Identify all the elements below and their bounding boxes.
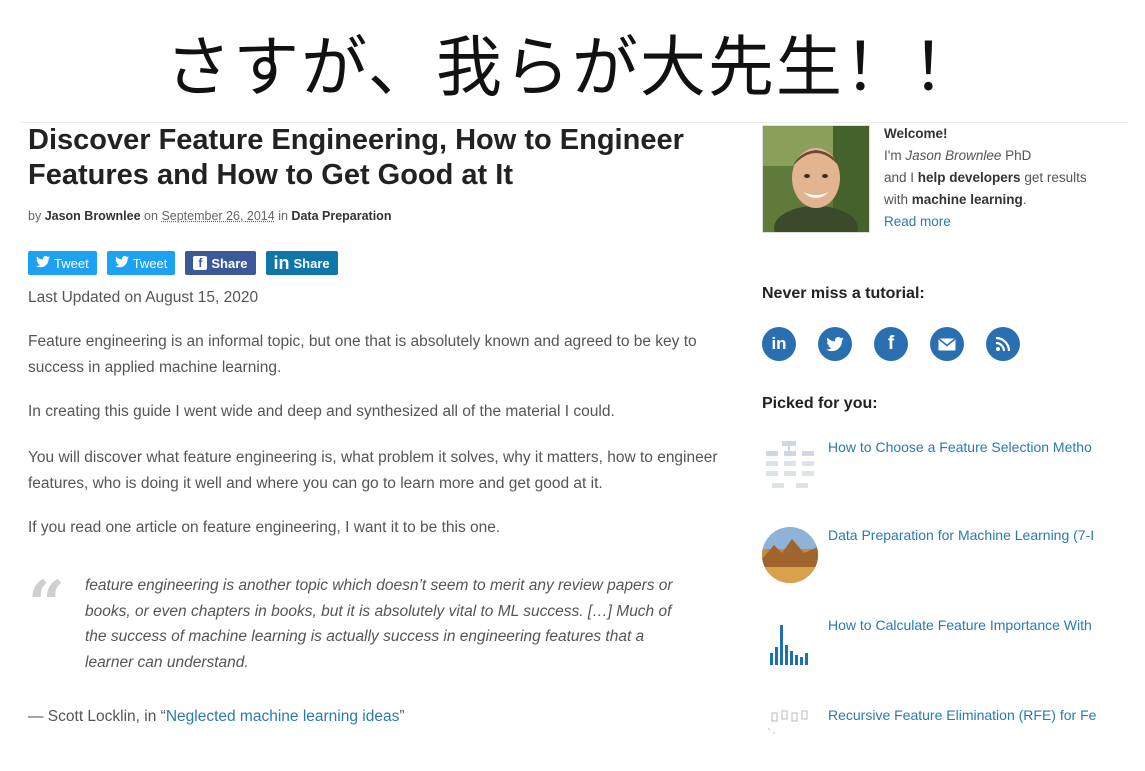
- quote-icon: “: [28, 567, 65, 642]
- caption-text: さすが、我らが大先生！！: [165, 29, 980, 106]
- article-paragraph: If you read one article on feature engin…: [28, 519, 501, 536]
- tweet-button[interactable]: Tweet: [28, 251, 97, 275]
- linkedin-icon[interactable]: in: [762, 327, 796, 361]
- welcome-bold: machine learning: [911, 192, 1023, 207]
- caption-banner: さすが、我らが大先生！！: [0, 0, 1145, 118]
- barchart-thumb: [762, 617, 818, 673]
- facebook-share-label: Share: [211, 255, 248, 271]
- welcome-text: I'm: [884, 148, 906, 163]
- category-link[interactable]: Data Preparation: [291, 209, 391, 223]
- social-links: in f: [762, 327, 1020, 361]
- picked-item[interactable]: How to Calculate Feature Importance With: [762, 617, 1128, 681]
- article-paragraph: In creating this guide I went wide and d…: [28, 403, 615, 420]
- welcome-heading: Welcome!: [884, 126, 948, 141]
- article-title: Discover Feature Engineering, How to Eng…: [28, 124, 684, 191]
- picked-item-link[interactable]: How to Choose a Feature Selection Metho: [828, 439, 1108, 455]
- linkedin-icon: in: [273, 252, 290, 273]
- tweet-button[interactable]: Tweet: [106, 251, 176, 275]
- byline-on: on: [144, 209, 158, 223]
- picked-item[interactable]: How to Choose a Feature Selection Metho: [762, 439, 1128, 503]
- facebook-share-button[interactable]: f Share: [185, 251, 256, 275]
- picked-item-link[interactable]: Data Preparation for Machine Learning (7…: [828, 527, 1108, 543]
- quote-citation: — Scott Locklin, in “Neglected machine l…: [28, 708, 405, 726]
- linkedin-share-button[interactable]: in Share: [265, 251, 338, 275]
- twitter-bird-icon: [36, 255, 50, 271]
- never-miss-heading: Never miss a tutorial:: [762, 285, 925, 302]
- sidebar-fade: [762, 721, 1128, 748]
- article-paragraph: You will discover what feature engineeri…: [28, 449, 718, 492]
- picked-item[interactable]: Data Preparation for Machine Learning (7…: [762, 527, 1128, 591]
- read-more-link[interactable]: Read more: [884, 214, 951, 229]
- linkedin-share-label: Share: [293, 255, 330, 271]
- diagram-thumb: [762, 439, 818, 495]
- share-buttons: Tweet Tweet f Share in Share: [28, 251, 338, 275]
- article-byline: by Jason Brownlee on September 26, 2014 …: [28, 209, 391, 223]
- author-link[interactable]: Jason Brownlee: [45, 209, 141, 223]
- twitter-bird-icon: [114, 255, 129, 271]
- tweet-label: Tweet: [132, 255, 168, 271]
- welcome-text: .: [1022, 192, 1027, 207]
- facebook-icon: f: [193, 256, 208, 270]
- welcome-text: PhD: [1001, 148, 1032, 163]
- blog-page: Discover Feature Engineering, How to Eng…: [20, 122, 1128, 763]
- landscape-thumb: [762, 527, 818, 583]
- publish-date: September 26, 2014: [161, 209, 275, 223]
- facebook-icon[interactable]: f: [874, 327, 908, 361]
- welcome-bold: help developers: [917, 170, 1021, 185]
- tweet-label: Tweet: [54, 255, 89, 271]
- rss-icon[interactable]: [986, 327, 1020, 361]
- byline-in: in: [278, 209, 288, 223]
- welcome-text: with: [884, 192, 912, 207]
- sidebar: Welcome! I'm Jason Brownlee PhD and I he…: [762, 123, 1128, 763]
- citation-prefix: — Scott Locklin, in “: [28, 708, 166, 725]
- email-icon[interactable]: [930, 327, 964, 361]
- last-updated: Last Updated on August 15, 2020: [28, 289, 259, 306]
- twitter-icon[interactable]: [818, 327, 852, 361]
- picked-item-link[interactable]: How to Calculate Feature Importance With: [828, 617, 1108, 633]
- byline-by: by: [28, 209, 42, 223]
- welcome-blurb: Welcome! I'm Jason Brownlee PhD and I he…: [884, 123, 1128, 233]
- citation-link[interactable]: Neglected machine learning ideas: [166, 708, 400, 725]
- citation-suffix: ”: [399, 708, 405, 725]
- welcome-name: Jason Brownlee: [905, 148, 1002, 163]
- picked-for-you-heading: Picked for you:: [762, 395, 878, 412]
- welcome-text: get results: [1020, 170, 1087, 185]
- blockquote: feature engineering is another topic whi…: [85, 577, 673, 671]
- welcome-text: and I: [884, 170, 918, 185]
- author-avatar: [762, 125, 870, 250]
- article-paragraph: Feature engineering is an informal topic…: [28, 333, 697, 376]
